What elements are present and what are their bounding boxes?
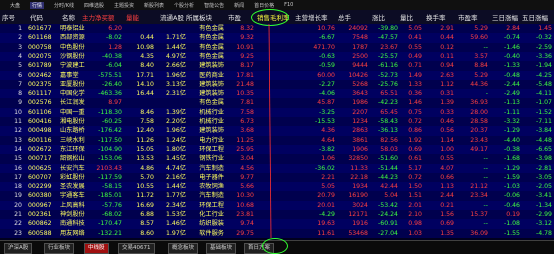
stock-app: 大盘 行情 分时/K线 四维选股 主题投资 新股列表 个股分析 智能公告 新闻 首日价格 F10 序… (0, 0, 554, 254)
arrow-icon (268, 23, 272, 239)
